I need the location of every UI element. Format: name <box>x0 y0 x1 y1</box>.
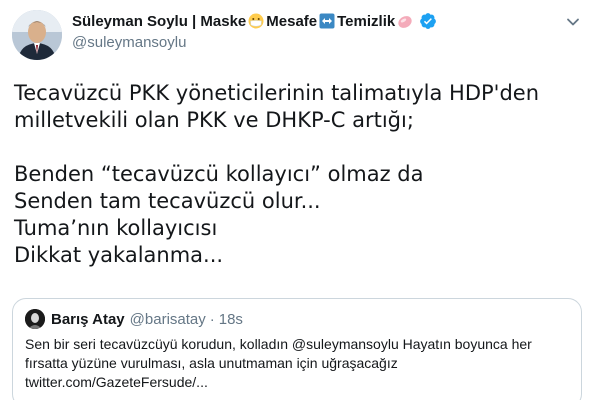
quoted-author-handle[interactable]: @barisatay <box>130 311 206 328</box>
quoted-separator: · <box>209 310 215 328</box>
quoted-timestamp[interactable]: 18s <box>219 311 243 328</box>
tweet-text-line: Senden tam tecavüzcü olur... <box>14 189 321 213</box>
quoted-author-name[interactable]: Barış Atay <box>51 311 125 328</box>
chevron-down-icon[interactable] <box>563 12 583 32</box>
display-name-part1[interactable]: Süleyman Soylu | Maske <box>72 13 246 30</box>
author-handle[interactable]: @suleymansoylu <box>72 34 186 51</box>
quoted-link[interactable]: twitter.com/GazeteFersude/... <box>25 373 569 392</box>
quoted-tweet[interactable]: Barış Atay @barisatay · 18s Sen bir seri… <box>12 298 582 400</box>
tweet-text-line: Dikkat yakalanma... <box>14 243 224 267</box>
soap-emoji-icon <box>398 16 412 28</box>
tweet-text-line: Tuma’nın kollayıcısı <box>14 216 218 240</box>
quoted-tweet-header: Barış Atay @barisatay · 18s <box>25 309 569 329</box>
quoted-avatar[interactable] <box>25 309 45 329</box>
tweet-text-blank-line <box>14 134 584 161</box>
verified-badge-icon <box>420 13 437 29</box>
tweet-card: Süleyman Soylu | Maske Mesafe Temizlik @… <box>0 0 597 400</box>
quoted-text-line: Sen bir seri tecavüzcüyü korudun, kollad… <box>25 336 532 352</box>
left-right-arrow-emoji-icon <box>319 13 335 29</box>
mask-face-emoji-icon <box>248 13 264 29</box>
avatar[interactable] <box>12 10 62 60</box>
tweet-text-line: Benden “tecavüzcü kollayıcı” olmaz da <box>14 162 424 186</box>
author-name-row[interactable]: Süleyman Soylu | Maske Mesafe Temizlik <box>72 12 437 30</box>
display-name-part3[interactable]: Temizlik <box>337 13 395 30</box>
tweet-text-line: milletvekili olan PKK ve DHKP-C artığı; <box>14 108 414 132</box>
tweet-text: Tecavüzcü PKK yöneticilerinin talimatıyl… <box>14 80 584 269</box>
display-name-part2[interactable]: Mesafe <box>266 13 317 30</box>
quoted-text-line: fırsatta yüzüne vurulması, asla unutmama… <box>25 355 398 371</box>
quoted-tweet-text: Sen bir seri tecavüzcüyü korudun, kollad… <box>25 335 569 392</box>
tweet-text-line: Tecavüzcü PKK yöneticilerinin talimatıyl… <box>14 81 539 105</box>
